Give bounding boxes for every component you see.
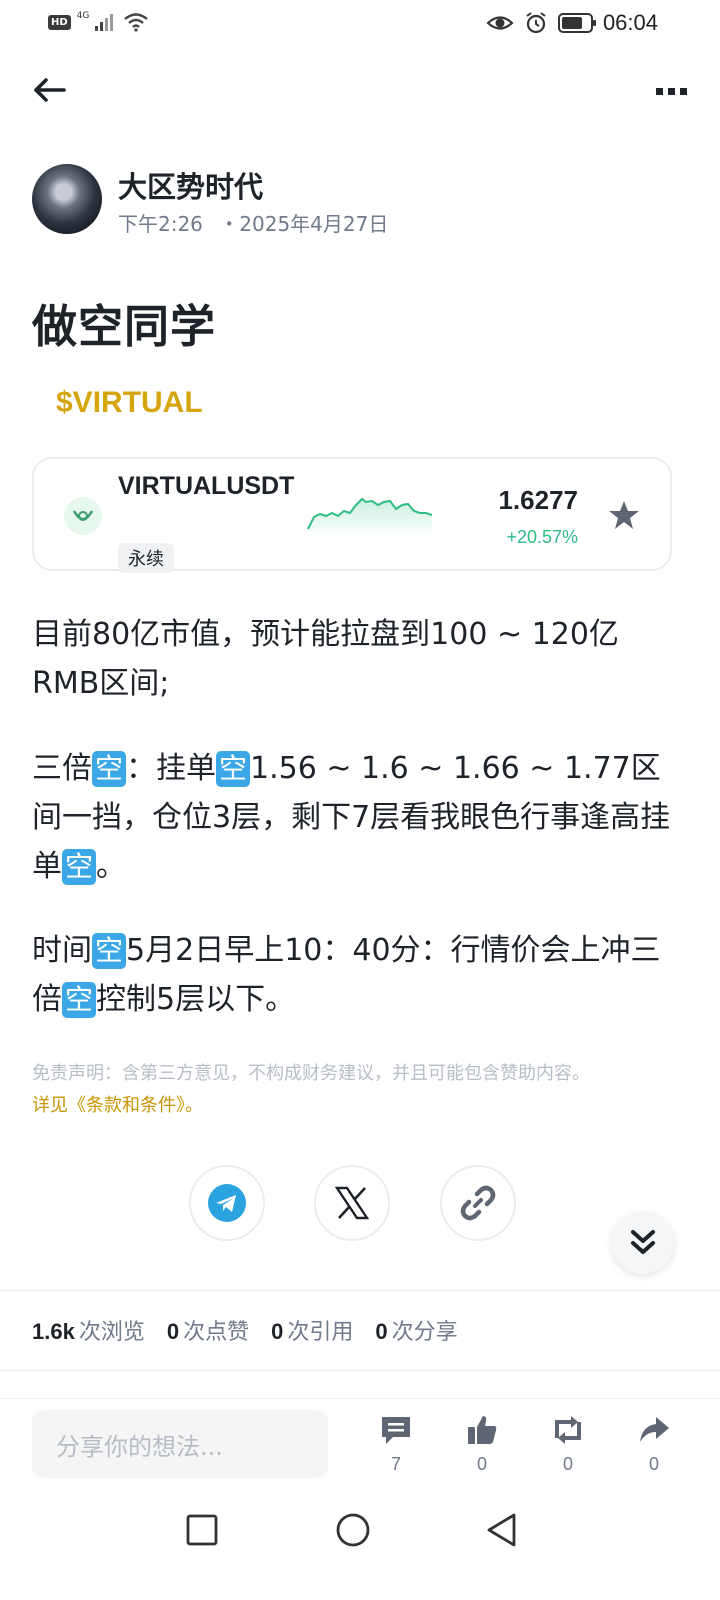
repost-icon xyxy=(555,1416,581,1444)
clock: 06:04 xyxy=(602,10,658,35)
post-paragraph-3: 时间空 5月2日早上10：40分：行情价会上冲三倍空控制5层以下。 xyxy=(32,926,672,1024)
wifi-icon xyxy=(124,13,149,32)
coin-logo-icon xyxy=(64,497,102,535)
comment-icon xyxy=(382,1417,410,1444)
alarm-icon xyxy=(526,12,546,34)
signal-icon xyxy=(95,14,114,31)
more-button[interactable] xyxy=(652,80,692,100)
short-emoji-icon: 空 xyxy=(62,982,97,1018)
system-back-button[interactable] xyxy=(482,1510,522,1550)
terms-link[interactable]: 详见《条款和条件》。 xyxy=(32,1095,203,1116)
disclaimer-text: 免责声明：含第三方意见，不构成财务建议，并且可能包含赞助内容。 xyxy=(32,1063,590,1084)
recent-apps-button[interactable] xyxy=(182,1510,222,1550)
divider xyxy=(0,1370,720,1371)
status-left: HD 4G xyxy=(48,11,149,32)
likes-label: 次点赞 xyxy=(183,1320,250,1345)
comment-count: 7 xyxy=(390,1454,401,1474)
arrow-left-icon xyxy=(34,78,66,102)
likes-stat: 0 次点赞 xyxy=(167,1314,249,1346)
cashtag-link[interactable]: $VIRTUAL xyxy=(56,386,203,420)
text-segment: 三倍 xyxy=(32,751,92,786)
x-icon xyxy=(334,1186,370,1220)
eye-icon xyxy=(486,16,514,30)
short-emoji-icon: 空 xyxy=(92,933,127,969)
share-telegram-button[interactable] xyxy=(189,1165,265,1241)
repost-count: 0 xyxy=(562,1454,573,1474)
battery-icon xyxy=(558,13,596,33)
back-button[interactable] xyxy=(30,70,70,110)
link-icon xyxy=(460,1185,496,1221)
disclaimer: 免责声明：含第三方意见，不构成财务建议，并且可能包含赞助内容。 详见《条款和条件… xyxy=(32,1058,672,1122)
square-icon xyxy=(186,1514,218,1546)
divider xyxy=(0,1290,720,1291)
likes-count: 0 xyxy=(166,1319,180,1344)
short-emoji-icon: 空 xyxy=(92,751,127,787)
text-segment: ：挂单 xyxy=(126,751,217,786)
hd-badge: HD xyxy=(48,14,71,30)
post-stats: 1.6k 次浏览 0 次点赞 0 次引用 0 次分享 xyxy=(32,1314,458,1346)
repost-button[interactable]: 0 xyxy=(538,1414,598,1475)
more-dots-icon xyxy=(656,88,687,95)
like-count: 0 xyxy=(476,1454,487,1474)
perpetual-tag: 永续 xyxy=(118,543,174,573)
share-count: 0 xyxy=(648,1454,659,1474)
shares-count: 0 xyxy=(375,1319,388,1344)
views-label: 次浏览 xyxy=(78,1320,145,1345)
views-stat: 1.6k 次浏览 xyxy=(32,1314,145,1346)
star-icon xyxy=(609,501,639,529)
share-x-button[interactable] xyxy=(314,1165,390,1241)
post-title: 做空同学 xyxy=(32,300,217,353)
double-chevron-down-icon xyxy=(631,1230,655,1254)
share-arrow-icon xyxy=(640,1417,669,1442)
post-timestamp: 下午2:26 ・2025年4月27日 xyxy=(118,208,388,237)
quotes-stat: 0 次引用 xyxy=(271,1314,353,1346)
post-time: 下午2:26 xyxy=(118,212,203,236)
like-button[interactable]: 0 xyxy=(452,1414,512,1475)
ticker-change: +20.57% xyxy=(506,527,578,547)
text-segment: 。 xyxy=(96,849,127,884)
avatar[interactable] xyxy=(32,164,102,234)
shares-label: 次分享 xyxy=(391,1320,458,1345)
post-paragraph-2: 三倍空：挂单空 1.56 ~ 1.6 ~ 1.66 ~ 1.77区间一挡，仓位3层… xyxy=(32,744,672,891)
post-date: ・2025年4月27日 xyxy=(219,212,389,236)
comment-button[interactable]: 7 xyxy=(366,1414,426,1475)
quotes-label: 次引用 xyxy=(287,1320,354,1345)
shares-stat: 0 次分享 xyxy=(375,1314,457,1346)
ticker-symbol: VIRTUALUSDT xyxy=(118,472,295,500)
text-segment: 时间 xyxy=(32,933,92,968)
triangle-back-icon xyxy=(487,1513,516,1547)
circle-icon xyxy=(336,1513,370,1547)
short-emoji-icon: 空 xyxy=(216,751,251,787)
thumbs-up-icon xyxy=(468,1416,497,1444)
divider xyxy=(0,1398,720,1399)
ticker-price: 1.6277 xyxy=(498,485,578,515)
views-count: 1.6k xyxy=(32,1319,75,1344)
scroll-down-button[interactable] xyxy=(612,1212,674,1274)
short-emoji-icon: 空 xyxy=(62,849,97,885)
network-type: 4G xyxy=(76,11,90,21)
ticker-card[interactable]: VIRTUALUSDT 永续 1.6277 +20.57% xyxy=(32,457,672,573)
sparkline-chart xyxy=(307,497,433,537)
status-bar: HD 4G 06:04 xyxy=(0,0,720,48)
share-button[interactable]: 0 xyxy=(624,1414,684,1475)
home-button[interactable] xyxy=(333,1510,373,1550)
post-paragraph-1: 目前80亿市值，预计能拉盘到100 ~ 120亿RMB区间; xyxy=(32,617,619,701)
copy-link-button[interactable] xyxy=(440,1165,516,1241)
comment-input[interactable]: 分享你的想法... xyxy=(32,1410,328,1478)
author-name[interactable]: 大区势时代 xyxy=(118,164,263,206)
favorite-button[interactable] xyxy=(608,499,640,531)
telegram-icon xyxy=(208,1184,246,1222)
text-segment: 控制5层以下。 xyxy=(96,982,296,1017)
status-right-icons xyxy=(486,11,598,35)
quotes-count: 0 xyxy=(271,1319,284,1344)
